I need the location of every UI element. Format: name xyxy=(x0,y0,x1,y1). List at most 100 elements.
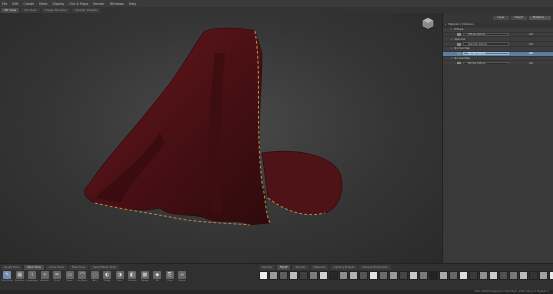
menu-windows[interactable]: Windows xyxy=(110,2,124,6)
tool-dry-brush-button[interactable]: ⌒ Dry Brush xyxy=(77,271,88,288)
tab-camera-bookmarks[interactable]: Camera Bookmarks xyxy=(359,264,391,270)
tool-sponge-button[interactable]: ▩ Sponge xyxy=(140,271,151,288)
stamp-thumbnail[interactable] xyxy=(419,271,428,280)
menu-edit[interactable]: Edit xyxy=(12,2,18,6)
stamp-thumbnail[interactable] xyxy=(379,271,388,280)
layer-thumbnail-icon xyxy=(457,42,461,46)
tool-airbrush-button[interactable]: ✧ Airbrush xyxy=(40,271,51,288)
stamp-thumbnail[interactable] xyxy=(329,271,338,280)
stamp-thumbnail[interactable] xyxy=(389,271,398,280)
layer-opacity-value[interactable]: 100 xyxy=(529,52,533,55)
expand-icon[interactable]: ▾ xyxy=(451,28,452,31)
stamp-thumbnail[interactable] xyxy=(489,271,498,280)
menu-create[interactable]: Create xyxy=(24,2,35,6)
tool-dodge-button[interactable]: ◐ Dodge xyxy=(102,271,113,288)
layer-opacity-value[interactable]: 100 xyxy=(529,33,533,36)
tab-falloff[interactable]: Falloff xyxy=(276,264,291,270)
panel-tab-layer[interactable]: Layer xyxy=(493,16,509,20)
stamp-thumbnail[interactable] xyxy=(439,271,448,280)
stamp-thumbnail[interactable] xyxy=(499,271,508,280)
tool-blur-button[interactable]: ◌ Blur xyxy=(90,271,101,288)
stamp-thumbnail[interactable] xyxy=(519,271,528,280)
tool-brush-button[interactable]: ✎ Paint Brush xyxy=(2,271,13,288)
paint-tool-list: ✎ Paint Brush ▦ Projection ⌇ Eyedropper ✧ Airbr… xyxy=(2,271,188,288)
stamp-thumbnail[interactable] xyxy=(369,271,378,280)
stamp-thumbnail[interactable] xyxy=(449,271,458,280)
tab-sculpt-tools[interactable]: Sculpt Tools xyxy=(1,264,23,270)
eraser-icon: ▭ xyxy=(65,271,74,279)
menu-mesh[interactable]: Mesh xyxy=(39,2,47,6)
tool-eraser-button[interactable]: ▭ Erase xyxy=(65,271,76,288)
menu-render[interactable]: Render xyxy=(93,2,104,6)
panel-dropdown[interactable]: Material xyxy=(529,16,551,20)
menu-display[interactable]: Display xyxy=(53,2,65,6)
tool-clone-button[interactable]: ⎘ Clone xyxy=(165,271,176,288)
expand-icon[interactable]: ▾ xyxy=(451,47,452,50)
stamp-thumbnail[interactable] xyxy=(259,271,268,280)
tool-pencil-button[interactable]: ✏ Pencil xyxy=(52,271,63,288)
stamp-thumbnail[interactable] xyxy=(549,271,553,280)
stamp-thumbnail[interactable] xyxy=(339,271,348,280)
layer-name-field[interactable]: Specular texture xyxy=(463,42,509,46)
stamp-thumbnail[interactable] xyxy=(359,271,368,280)
3d-viewport[interactable] xyxy=(0,13,442,263)
menu-help[interactable]: Help xyxy=(129,2,136,6)
stamp-thumbnail[interactable] xyxy=(409,271,418,280)
layer-opacity-value[interactable]: 100 xyxy=(529,43,533,46)
stamp-thumbnail[interactable] xyxy=(349,271,358,280)
tab-3d-view[interactable]: 3D View xyxy=(1,7,20,13)
tool-eyedropper-button[interactable]: ⌇ Eyedropper xyxy=(26,271,39,288)
stamp-thumbnail[interactable] xyxy=(539,271,548,280)
layer-name-field[interactable]: Normal texture xyxy=(463,51,509,56)
tab-stencils[interactable]: Stencils xyxy=(292,264,309,270)
tab-materials[interactable]: Materials xyxy=(310,264,329,270)
stamp-library xyxy=(259,271,553,280)
tab-curve-tools[interactable]: Curve Tools xyxy=(45,264,67,270)
blur-icon: ◌ xyxy=(90,271,99,279)
tool-contrast-button[interactable]: ◧ Contrast xyxy=(127,271,138,288)
tool-label: Eyedropper xyxy=(26,280,39,282)
tab-pose-tools[interactable]: Pose Tools xyxy=(68,264,89,270)
expand-icon[interactable]: ▾ xyxy=(451,38,452,41)
panel-row-label: Specular xyxy=(454,37,466,41)
smear-icon: ≈ xyxy=(178,271,187,279)
panel-tab-object[interactable]: Object xyxy=(510,16,527,20)
tab-paint-tools[interactable]: Paint Tools xyxy=(24,264,44,270)
stamp-thumbnail[interactable] xyxy=(479,271,488,280)
visibility-icon[interactable]: ▾ xyxy=(445,23,446,26)
stamp-thumbnail[interactable] xyxy=(269,271,278,280)
tab-lighting-presets[interactable]: Lighting Presets xyxy=(330,264,358,270)
viewcube-icon[interactable] xyxy=(422,17,434,29)
tab-image-browser[interactable]: Image Browser xyxy=(41,7,71,13)
tool-fill-button[interactable]: ◆ Fill xyxy=(152,271,163,288)
tab-shader-presets[interactable]: Shader Presets xyxy=(72,7,101,13)
expand-icon[interactable]: ▾ xyxy=(451,57,452,60)
dry-brush-icon: ⌒ xyxy=(78,271,87,279)
tool-smear-button[interactable]: ≈ Smear xyxy=(177,271,188,288)
panel-row-label: Diffuse xyxy=(454,28,464,32)
stamp-thumbnail[interactable] xyxy=(469,271,478,280)
cloak-model[interactable] xyxy=(0,13,442,263)
menu-file[interactable]: File xyxy=(2,2,7,6)
tab-stamps[interactable]: Stamps xyxy=(259,264,275,270)
stamp-thumbnail[interactable] xyxy=(529,271,538,280)
tool-label: Fill xyxy=(155,280,159,282)
stamp-thumbnail[interactable] xyxy=(509,271,518,280)
stamp-thumbnail[interactable] xyxy=(279,271,288,280)
stamp-thumbnail[interactable] xyxy=(459,271,468,280)
tool-projection-button[interactable]: ▦ Projection xyxy=(15,271,26,288)
tool-burn-button[interactable]: ◑ Burn xyxy=(115,271,126,288)
stamp-thumbnail[interactable] xyxy=(319,271,328,280)
stamp-thumbnail[interactable] xyxy=(399,271,408,280)
menu-uvs-maps[interactable]: UVs & Maps xyxy=(69,2,88,6)
tab-uv-view[interactable]: UV View xyxy=(21,7,40,13)
stamp-thumbnail[interactable] xyxy=(299,271,308,280)
stamp-thumbnail[interactable] xyxy=(289,271,298,280)
pencil-icon: ✏ xyxy=(53,271,62,279)
stamp-thumbnail[interactable] xyxy=(429,271,438,280)
layer-name-field[interactable]: Diffuse texture xyxy=(463,32,509,37)
status-text: Total: 200000 Selected: 0 GPU Mem: 2550 … xyxy=(474,290,549,293)
tab-select-mask-tools[interactable]: Select/Mask Tools xyxy=(90,264,119,270)
stamp-thumbnail[interactable] xyxy=(309,271,318,280)
tool-label: Burn xyxy=(117,280,123,282)
